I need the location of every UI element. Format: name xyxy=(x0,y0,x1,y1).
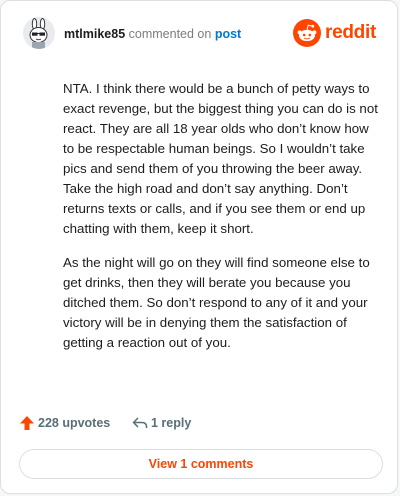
avatar[interactable] xyxy=(23,17,55,49)
comment-meta: mtlmike85 commented on post xyxy=(64,27,241,41)
reddit-brand[interactable]: reddit xyxy=(293,19,381,47)
upvote-arrow-icon xyxy=(20,416,34,430)
upvote-count: 228 upvotes xyxy=(38,416,111,430)
comment-header: mtlmike85 commented on post reddit xyxy=(23,17,381,51)
reply-count: 1 reply xyxy=(151,416,192,430)
brand-name: reddit xyxy=(325,22,376,43)
comment-paragraph: NTA. I think there would be a bunch of p… xyxy=(63,81,378,236)
action-text: commented on xyxy=(128,27,212,41)
reply-button[interactable]: 1 reply xyxy=(132,415,212,433)
post-link[interactable]: post xyxy=(215,27,241,41)
reply-arrow-icon xyxy=(132,417,148,428)
reddit-logo-icon xyxy=(293,19,321,47)
author-link[interactable]: mtlmike85 xyxy=(64,27,125,41)
comment-body: NTA. I think there would be a bunch of p… xyxy=(63,79,383,367)
view-comments-button[interactable]: View 1 comments xyxy=(19,449,383,479)
avatar-bunny-icon xyxy=(23,17,55,49)
comment-card: mtlmike85 commented on post reddit NTA. … xyxy=(0,0,398,494)
comment-paragraph: As the night will go on they will find s… xyxy=(63,255,370,350)
upvote-button[interactable]: 228 upvotes xyxy=(19,415,119,433)
